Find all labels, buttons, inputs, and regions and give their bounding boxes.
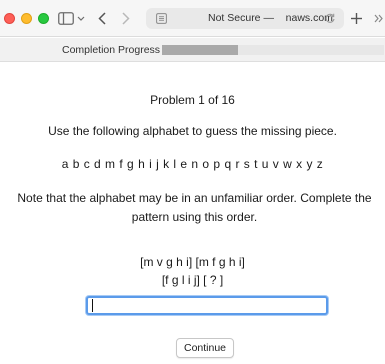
- problem-title: Problem 1 of 16: [150, 93, 235, 107]
- answer-input[interactable]: [86, 296, 328, 315]
- page-content: Problem 1 of 16 Use the following alphab…: [0, 63, 385, 364]
- note-text: Note that the alphabet may be in an unfa…: [17, 191, 372, 224]
- progress-bar: [162, 45, 384, 55]
- address-text: Not Secure — naws.com: [208, 12, 333, 24]
- progress-strip: Completion Progress: [0, 38, 385, 62]
- close-window-button[interactable]: [4, 13, 15, 24]
- more-icon[interactable]: [374, 9, 385, 27]
- progress-label: Completion Progress: [62, 44, 161, 56]
- forward-arrow-icon[interactable]: [120, 9, 132, 27]
- chevron-down-icon[interactable]: [76, 9, 86, 27]
- reload-icon[interactable]: [324, 12, 336, 24]
- security-label: Not Secure —: [208, 12, 277, 24]
- zoom-window-button[interactable]: [38, 13, 49, 24]
- alphabet-text: a b c d m f g h i j k l e n o p q r s t …: [61, 157, 324, 171]
- reader-icon[interactable]: [156, 13, 167, 24]
- browser-window: Not Secure — naws.com Completion Progres…: [0, 0, 385, 364]
- minimize-window-button[interactable]: [21, 13, 32, 24]
- text-caret: [92, 299, 93, 312]
- plus-icon[interactable]: [349, 9, 363, 27]
- instruction-text: Use the following alphabet to guess the …: [48, 124, 337, 138]
- sidebar-icon[interactable]: [57, 9, 75, 27]
- continue-button[interactable]: Continue: [176, 338, 234, 358]
- progress-bar-fill: [162, 45, 238, 55]
- pattern-line-2: [f g l i j] [ ? ]: [161, 273, 224, 287]
- address-bar[interactable]: Not Secure — naws.com: [146, 8, 344, 29]
- address-faded-text: [277, 12, 286, 24]
- title-bar: Not Secure — naws.com: [0, 0, 385, 37]
- pattern-line-1: [m v g h i] [m f g h i]: [140, 255, 245, 269]
- back-arrow-icon[interactable]: [96, 9, 108, 27]
